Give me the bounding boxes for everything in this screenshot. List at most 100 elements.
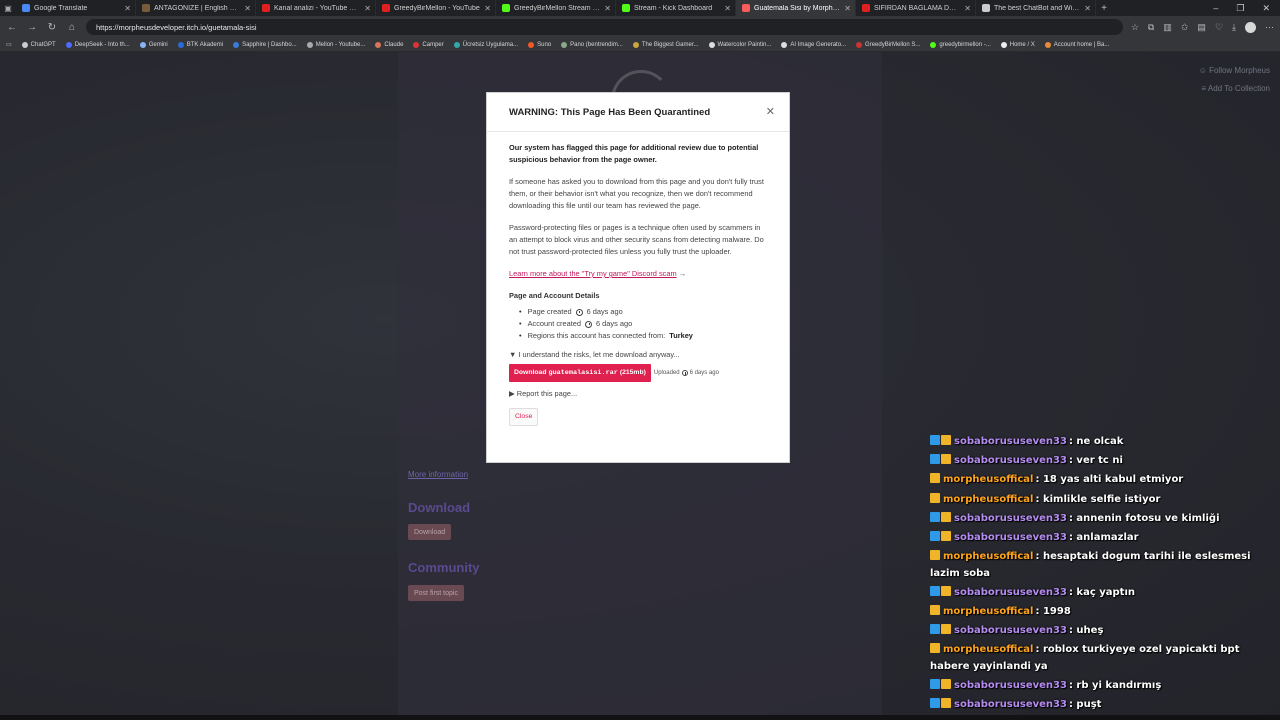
bookmark-item[interactable]: DeepSeek - Into th...	[65, 41, 130, 48]
browser-tab[interactable]: Guatemala Sisi by Morpheus ✕	[736, 0, 856, 16]
browser-tab[interactable]: GreedyBirMellon - YouTube ✕	[376, 0, 496, 16]
bookmark-item[interactable]: Mellon - Youtube...	[306, 41, 365, 48]
browser-tab[interactable]: Stream - Kick Dashboard ✕	[616, 0, 736, 16]
tab-title: Google Translate	[34, 4, 88, 12]
bottom-edge	[0, 715, 1280, 720]
close-window-icon[interactable]: ✕	[1262, 3, 1270, 14]
bookmark-item[interactable]: greedybirmellon -...	[930, 41, 991, 48]
bookmarks-menu-icon[interactable]: ▭	[6, 41, 12, 48]
tab-close-icon[interactable]: ✕	[124, 4, 131, 13]
collection-label: Add To Collection	[1207, 84, 1270, 93]
browser-tab[interactable]: Kanal analizi - YouTube Studio ✕	[256, 0, 376, 16]
bookmark-label: Account home | Ba...	[1053, 41, 1110, 48]
bookmark-item[interactable]: Gemini	[139, 41, 168, 48]
bookmark-item[interactable]: Home / X	[1000, 41, 1035, 48]
bookmark-item[interactable]: GreedyBirMellon S...	[856, 41, 920, 48]
tab-close-icon[interactable]: ✕	[724, 4, 731, 13]
bookmark-item[interactable]: ChatGPT	[21, 41, 56, 48]
download-file-button[interactable]: Download guatemalasisi.rar (215mb)	[509, 364, 651, 382]
community-heading: Community	[408, 560, 480, 575]
toolbar-right: ☆ ⧉ ▥ ✩ ▤ ♡ ⤓ ⋯	[1131, 21, 1274, 33]
bookmark-item[interactable]: The Biggest Gamer...	[632, 41, 699, 48]
bookmark-star-icon[interactable]: ☆	[1131, 22, 1139, 33]
collections-icon[interactable]: ▤	[1197, 22, 1206, 33]
close-button[interactable]: Close	[509, 408, 539, 426]
regions-item: Regions this account has connected from:…	[519, 330, 767, 342]
reload-icon[interactable]: ↻	[46, 22, 58, 33]
browser-tab[interactable]: ANTAGONIZE | English meaning - ✕	[136, 0, 256, 16]
menu-icon[interactable]: ⋯	[1265, 22, 1274, 33]
bookmark-item[interactable]: Suno	[528, 41, 552, 48]
navigation-bar: ← → ↻ ⌂ https://morpheusdeveloper.itch.i…	[0, 16, 1280, 38]
bookmark-favicon-icon	[1000, 41, 1007, 48]
minimize-icon[interactable]: –	[1213, 3, 1218, 14]
favorites-icon[interactable]: ✩	[1181, 22, 1189, 33]
forward-icon[interactable]: →	[26, 22, 38, 33]
bookmark-favicon-icon	[233, 41, 240, 48]
page-created-item: Page created 6 days ago	[519, 306, 767, 318]
download-prefix: Download	[514, 369, 547, 376]
moderator-badge-icon	[930, 585, 940, 596]
bookmark-favicon-icon	[139, 41, 146, 48]
profile-avatar[interactable]	[1245, 21, 1256, 33]
browser-tab[interactable]: Google Translate ✕	[16, 0, 136, 16]
bookmark-item[interactable]: Camper	[413, 41, 444, 48]
bookmark-item[interactable]: Ücretsiz Uygulama...	[453, 41, 518, 48]
bookmark-item[interactable]: AI Image Generato...	[781, 41, 846, 48]
extensions-icon[interactable]: ⧉	[1148, 22, 1154, 33]
heart-icon[interactable]: ♡	[1215, 22, 1223, 33]
maximize-icon[interactable]: ❐	[1236, 3, 1244, 14]
tab-close-icon[interactable]: ✕	[844, 4, 851, 13]
more-info-link[interactable]: More information	[408, 470, 468, 479]
page-download-button[interactable]: Download	[408, 524, 452, 540]
discord-scam-link[interactable]: Learn more about the "Try my game" Disco…	[509, 269, 677, 278]
bookmark-item[interactable]: Watercolor Paintin...	[708, 41, 771, 48]
subscriber-badge-icon	[941, 698, 951, 709]
follow-button[interactable]: ☺ Follow Morpheus	[1199, 62, 1270, 80]
stream-chat-overlay: sobaborususeven33: ne olcak sobaborususev…	[930, 434, 1275, 716]
report-page-label: Report this page...	[516, 389, 578, 398]
chat-message: morpheusoffical: 1998	[930, 604, 1275, 621]
report-page-toggle[interactable]: ▶ Report this page...	[509, 388, 767, 400]
address-bar[interactable]: https://morpheusdeveloper.itch.io/guetam…	[86, 19, 1123, 35]
moderator-badge-icon	[930, 698, 940, 709]
moderator-badge-icon	[930, 679, 940, 690]
bookmark-item[interactable]: BTK Akademi	[177, 41, 223, 48]
bookmark-item[interactable]: Pano (bentrendim...	[561, 41, 623, 48]
bookmark-item[interactable]: Account home | Ba...	[1044, 41, 1110, 48]
new-tab-button[interactable]: +	[1096, 3, 1112, 14]
post-topic-button[interactable]: Post first topic	[408, 585, 464, 601]
add-collection-button[interactable]: ≡ Add To Collection	[1199, 80, 1270, 98]
bookmark-favicon-icon	[632, 41, 639, 48]
browser-tab[interactable]: GreedyBirMellon Stream - Watch L ✕	[496, 0, 616, 16]
moderator-badge-icon	[930, 530, 940, 541]
tab-close-icon[interactable]: ✕	[364, 4, 371, 13]
tab-close-icon[interactable]: ✕	[484, 4, 491, 13]
back-icon[interactable]: ←	[6, 22, 18, 33]
chat-text: : uheş	[1068, 625, 1104, 637]
bookmark-item[interactable]: Sapphire | Dashbo...	[233, 41, 297, 48]
chat-text: : anlamazlar	[1068, 531, 1139, 543]
browser-tab[interactable]: The best ChatBot and Widgets for ✕	[976, 0, 1096, 16]
browser-tab[interactable]: SIFIRDAN BAĞLAMA DERSİ 3 (EN ✕	[856, 0, 976, 16]
bookmark-favicon-icon	[65, 41, 72, 48]
bookmark-item[interactable]: Claude	[375, 41, 403, 48]
tab-actions-icon[interactable]: ▣	[0, 0, 16, 16]
regions-value: Turkey	[669, 331, 693, 340]
tab-close-icon[interactable]: ✕	[604, 4, 611, 13]
home-icon[interactable]: ⌂	[66, 22, 78, 33]
subscriber-badge-icon	[941, 624, 951, 635]
tab-close-icon[interactable]: ✕	[1084, 4, 1091, 13]
split-screen-icon[interactable]: ▥	[1163, 22, 1172, 33]
tab-close-icon[interactable]: ✕	[244, 4, 251, 13]
understand-risks-toggle[interactable]: ▼ I understand the risks, let me downloa…	[509, 349, 767, 361]
tab-favicon-icon	[142, 4, 150, 12]
chat-text: : ne olcak	[1068, 436, 1124, 447]
bookmark-label: Suno	[537, 41, 552, 48]
close-icon[interactable]: ✕	[766, 105, 775, 118]
tab-title: ANTAGONIZE | English meaning -	[154, 4, 240, 12]
downloads-icon[interactable]: ⤓	[1232, 22, 1236, 33]
chat-text: : kimlikle selfie istiyor	[1035, 493, 1161, 505]
bookmark-favicon-icon	[413, 41, 420, 48]
tab-close-icon[interactable]: ✕	[964, 4, 971, 13]
